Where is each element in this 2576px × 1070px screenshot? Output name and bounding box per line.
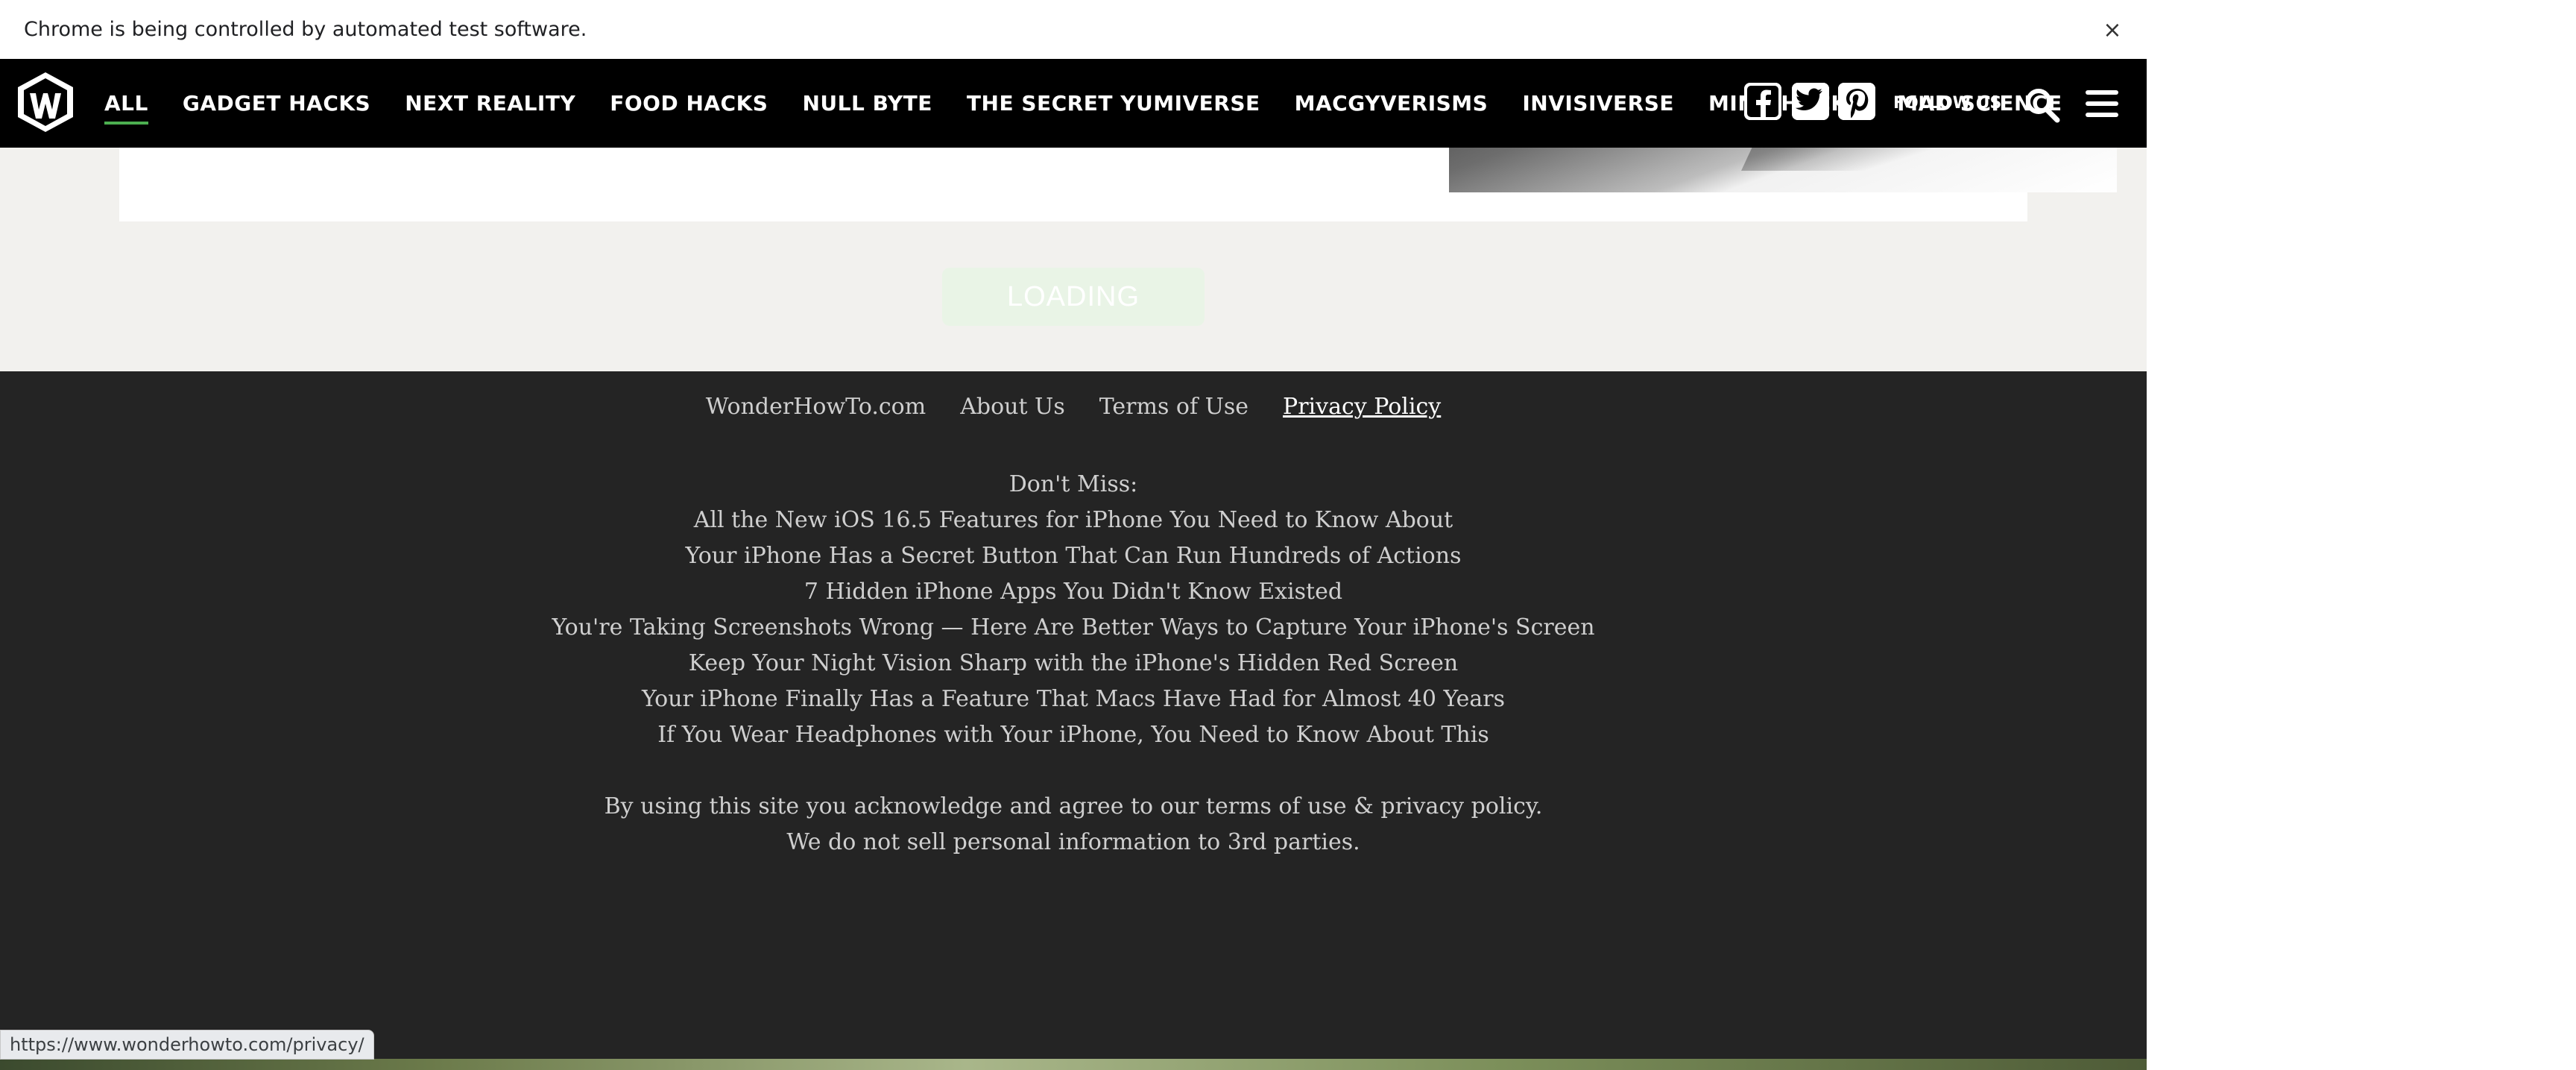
nav-item-food-hacks[interactable]: FOOD HACKS [610, 91, 768, 116]
footer-links: WonderHowTo.com About Us Terms of Use Pr… [0, 394, 2147, 420]
search-icon[interactable] [2023, 86, 2062, 125]
page-viewport: LOADING ALL GADGET HACKS NEXT REALITY FO… [0, 59, 2147, 1070]
menu-icon[interactable] [2084, 87, 2120, 120]
dont-miss-link[interactable]: If You Wear Headphones with Your iPhone,… [0, 717, 2147, 753]
legal-line: By using this site you acknowledge and a… [604, 793, 1543, 819]
legal-line: We do not sell personal information to 3… [786, 829, 1360, 855]
footer-link-about-us[interactable]: About Us [960, 394, 1065, 420]
dont-miss-link[interactable]: Keep Your Night Vision Sharp with the iP… [0, 646, 2147, 682]
nav-item-null-byte[interactable]: NULL BYTE [802, 91, 932, 116]
top-navigation: ALL GADGET HACKS NEXT REALITY FOOD HACKS… [0, 59, 2147, 148]
legal-notice: By using this site you acknowledge and a… [0, 789, 2147, 860]
automation-infobar: Chrome is being controlled by automated … [0, 0, 2576, 59]
dont-miss-link[interactable]: You're Taking Screenshots Wrong — Here A… [0, 610, 2147, 646]
facebook-icon[interactable] [1744, 83, 1781, 120]
dont-miss-link[interactable]: 7 Hidden iPhone Apps You Didn't Know Exi… [0, 574, 2147, 610]
loading-button[interactable]: LOADING [942, 268, 1205, 326]
footer-link-wonderhowto[interactable]: WonderHowTo.com [706, 394, 926, 420]
nav-item-gadget-hacks[interactable]: GADGET HACKS [183, 91, 370, 116]
nav-item-invisiverse[interactable]: INVISIVERSE [1522, 91, 1674, 116]
footer-link-privacy-policy[interactable]: Privacy Policy [1283, 394, 1441, 420]
status-bar-url: https://www.wonderhowto.com/privacy/ [0, 1030, 374, 1060]
follow-us-label[interactable]: FOLLOW US [1893, 59, 2001, 148]
background-image-strip [0, 1059, 2147, 1070]
nav-item-all[interactable]: ALL [104, 91, 148, 125]
nav-item-the-secret-yumiverse[interactable]: THE SECRET YUMIVERSE [967, 91, 1260, 116]
dont-miss-link[interactable]: Your iPhone Has a Secret Button That Can… [0, 538, 2147, 574]
dont-miss-section: Don't Miss: All the New iOS 16.5 Feature… [0, 467, 2147, 753]
nav-item-next-reality[interactable]: NEXT REALITY [405, 91, 575, 116]
site-footer: WonderHowTo.com About Us Terms of Use Pr… [0, 371, 2147, 1070]
blank-area [2147, 59, 2576, 1070]
infobar-message: Chrome is being controlled by automated … [24, 18, 587, 41]
close-icon[interactable]: × [2093, 10, 2132, 49]
pinterest-icon[interactable] [1838, 83, 1875, 120]
dont-miss-link[interactable]: Your iPhone Finally Has a Feature That M… [0, 682, 2147, 717]
footer-link-terms-of-use[interactable]: Terms of Use [1099, 394, 1248, 420]
twitter-icon[interactable] [1792, 83, 1829, 120]
dont-miss-link[interactable]: All the New iOS 16.5 Features for iPhone… [0, 503, 2147, 538]
dont-miss-heading: Don't Miss: [1008, 471, 1138, 497]
nav-item-macgyverisms[interactable]: MACGYVERISMS [1295, 91, 1489, 116]
logo-icon[interactable] [16, 71, 75, 133]
